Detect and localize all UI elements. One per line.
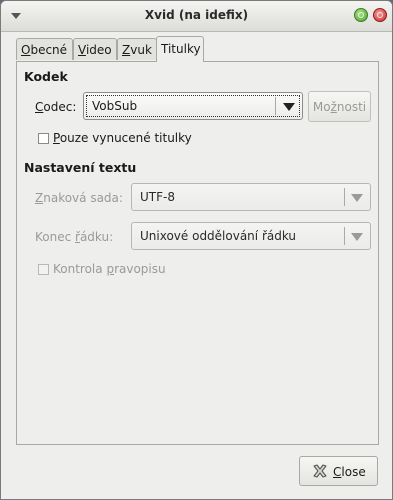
chevron-down-icon [351,233,363,241]
charset-label-text: naková sada: [43,191,123,205]
charset-select-separator [344,188,345,206]
chevron-down-icon [283,103,295,111]
tab-label: Titulky [161,42,201,56]
codec-select-value: VobSub [92,99,138,113]
spellcheck-label-start: Kontrola [53,262,107,276]
close-button-label: Close [333,465,366,479]
tab-zvuk[interactable]: Zvuk [117,38,157,60]
close-label-text: lose [341,465,366,479]
tab-panel-titulky: Kodek Codec: VobSub Možnosti Pouze vynuc… [16,61,379,445]
charset-label: Znaková sada: [35,191,123,205]
tab-video[interactable]: Video [73,38,117,60]
close-icon [313,464,327,478]
line-ending-label-start: Konec [35,230,76,244]
spellcheck-mnemonic: p [106,262,115,276]
dialog-window: Xvid (na idefix) Obecné Video Zvuk Titul… [0,0,393,500]
title-bar[interactable]: Xvid (na idefix) [1,1,392,32]
minimize-button[interactable] [354,8,368,22]
forced-subtitles-label[interactable]: Pouze vynucené titulky [53,131,192,145]
options-label-end: nosti [336,100,367,114]
tab-mnemonic: V [78,43,86,57]
window-title: Xvid (na idefix) [144,8,249,22]
section-title-text-settings: Nastavení textu [24,160,137,175]
codec-label: Codec: [35,100,76,114]
tab-label: becné [30,43,68,57]
spellcheck-label-end: ravopisu [114,262,166,276]
section-title-kodek: Kodek [24,69,68,84]
codec-label-text: odec: [43,100,77,114]
options-button[interactable]: Možnosti [308,91,371,122]
charset-select[interactable]: UTF-8 [131,183,371,211]
line-ending-select-separator [344,227,345,245]
forced-mnemonic: P [53,131,60,145]
charset-mnemonic: Z [35,191,44,205]
tab-mnemonic: Z [122,43,131,57]
charset-select-value: UTF-8 [140,190,175,204]
forced-subtitles-checkbox[interactable] [38,133,49,144]
codec-select[interactable]: VobSub [83,92,303,120]
line-ending-select[interactable]: Unixové oddělování řádku [131,222,371,250]
line-ending-select-value: Unixové oddělování řádku [140,229,297,243]
options-label-start: Mo [312,100,331,114]
close-button[interactable]: Close [299,456,378,486]
tab-obecne[interactable]: Obecné [16,38,73,60]
spellcheck-label[interactable]: Kontrola pravopisu [53,262,166,276]
window-close-button[interactable] [373,8,387,22]
chevron-down-icon [351,194,363,202]
forced-label-text: ouze vynucené titulky [59,131,192,145]
line-ending-label: Konec řádku: [35,230,113,244]
tab-label: ideo [85,43,112,57]
tab-label: vuk [130,43,152,57]
tab-titulky[interactable]: Titulky [156,36,204,62]
codec-select-separator [275,97,276,115]
spellcheck-checkbox[interactable] [38,264,49,275]
line-ending-label-end: ádku: [79,230,114,244]
